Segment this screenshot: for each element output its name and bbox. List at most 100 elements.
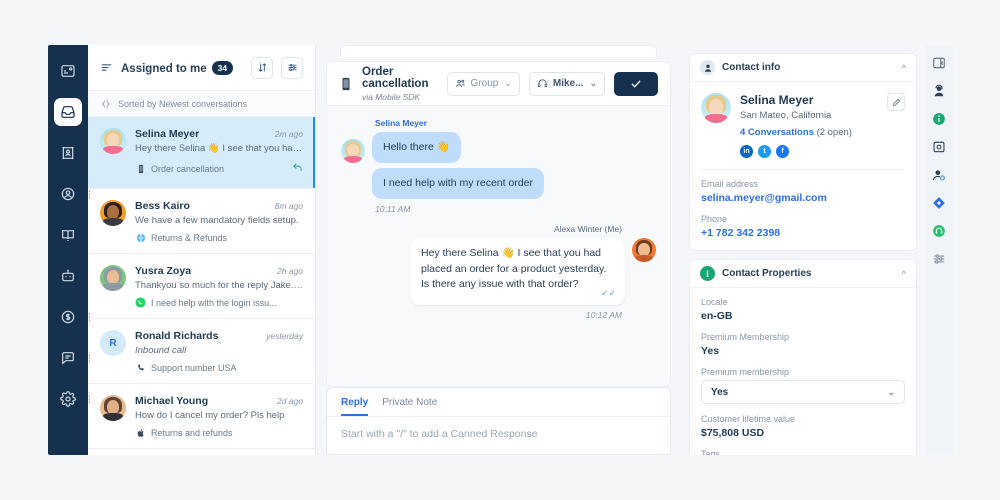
agent-avatar-icon[interactable]: [932, 83, 947, 98]
headset-icon: [537, 79, 548, 88]
conversation-list-title: Assigned to me 34: [121, 60, 243, 75]
group-dropdown[interactable]: Group ⌄: [446, 71, 520, 96]
chevron-up-icon[interactable]: ^: [902, 269, 906, 279]
filter-button[interactable]: [281, 56, 303, 79]
message-timestamp: 10:11 AM: [375, 204, 411, 215]
sidebar-item-profile[interactable]: [54, 180, 90, 208]
list-item-name: Bess Kairo: [135, 200, 190, 212]
tab-reply[interactable]: Reply: [341, 397, 369, 416]
conversation-list-panel: Assigned to me 34 Sorted by Newest conver…: [88, 45, 316, 455]
sidebar-item-reports[interactable]: [54, 57, 82, 85]
contact-properties-fields: Locale en-GB Premium Membership Yes Prem…: [690, 288, 916, 455]
list-item-time: yesterday: [266, 331, 303, 341]
avatar: [701, 93, 731, 123]
contact-info-header[interactable]: Contact info ^: [690, 54, 916, 82]
chevron-up-icon[interactable]: ^: [902, 63, 906, 73]
message-group-incoming: Selina Meyer Hello there 👋 I need help w…: [341, 118, 656, 214]
hamburger-icon[interactable]: [100, 61, 113, 74]
field-label-email: Email address: [701, 179, 759, 189]
list-item-channel: Returns and refunds: [151, 427, 233, 438]
apple-icon: [135, 427, 146, 438]
sidebar-item-help-center[interactable]: [54, 221, 82, 249]
reply-input[interactable]: Start with a "/" to add a Canned Respons…: [327, 416, 670, 454]
settings-sliders-icon[interactable]: [932, 251, 947, 266]
field-label-premium-membership-select: Premium membership: [701, 367, 790, 377]
premium-membership-select[interactable]: Yes ⌄: [701, 380, 905, 404]
group-icon: [455, 79, 465, 87]
mobile-sdk-icon: [135, 164, 146, 175]
background-card-peek: [340, 45, 657, 57]
list-item-name: Selina Meyer: [135, 128, 200, 140]
info-icon: i: [700, 266, 715, 281]
add-participant-icon[interactable]: [932, 167, 947, 182]
app-window: Assigned to me 34 Sorted by Newest conver…: [48, 45, 953, 455]
sort-button[interactable]: [251, 56, 273, 79]
tab-private-note[interactable]: Private Note: [382, 397, 437, 416]
list-item-channel: Returns & Refunds: [151, 232, 228, 243]
chevron-down-icon: ⌄: [887, 386, 895, 397]
list-item[interactable]: Selina Meyer 2m ago Hey there Selina 👋 I…: [88, 117, 315, 189]
sidebar-item-billing[interactable]: [54, 303, 90, 331]
list-item-name: Michael Young: [135, 395, 209, 407]
check-icon: [631, 80, 641, 87]
chevron-down-icon: ⌄: [504, 78, 512, 88]
avatar-initial: R: [109, 337, 117, 349]
edit-contact-button[interactable]: [887, 93, 905, 111]
conversation-count-badge: 34: [211, 60, 234, 75]
list-item-time: 2d ago: [277, 396, 303, 406]
list-item[interactable]: Bess Kairo 8m ago We have a few mandator…: [88, 189, 315, 254]
reply-arrow-icon: [292, 160, 303, 178]
message-sender: Alexa Winter (Me): [553, 224, 622, 235]
facebook-icon[interactable]: f: [776, 145, 789, 158]
message-bubble: I need help with my recent order: [372, 168, 544, 200]
info-circle-icon[interactable]: [932, 111, 947, 126]
chevron-down-icon: ⌄: [589, 78, 597, 88]
twitter-icon[interactable]: t: [758, 145, 771, 158]
sidebar-item-chat[interactable]: [54, 344, 90, 372]
list-item[interactable]: Yusra Zoya 2h ago Thankyou so much for t…: [88, 254, 315, 319]
mobile-phone-icon: [339, 75, 353, 93]
contact-location: San Mateo, California: [740, 110, 832, 121]
list-item-snippet: Thankyou so much for the reply Jake. Ca.…: [135, 280, 303, 291]
message-text: Hey there Selina 👋 I see that you had pl…: [421, 247, 607, 290]
assignee-dropdown[interactable]: Mike... ⌄: [528, 71, 605, 96]
list-item-name: Yusra Zoya: [135, 265, 192, 277]
avatar: [100, 265, 126, 291]
list-item-time: 2h ago: [277, 266, 303, 276]
list-item[interactable]: R Ronald Richards yesterday Inbound call…: [88, 319, 315, 384]
field-value-phone[interactable]: +1 782 342 2398: [701, 227, 905, 239]
sidebar-item-conversations[interactable]: [54, 98, 82, 126]
macro-icon[interactable]: [932, 139, 947, 154]
sidebar-item-contacts[interactable]: [54, 139, 82, 167]
conversations-link[interactable]: 4 Conversations: [740, 127, 814, 138]
list-item-channel: I need help with the login issu...: [151, 297, 277, 308]
headset-green-icon[interactable]: [932, 223, 947, 238]
right-icon-rail: [925, 45, 953, 455]
list-item-channel: Order cancellation: [151, 164, 225, 174]
sidebar-toggle-icon[interactable]: [932, 55, 947, 70]
reply-box: Reply Private Note Start with a "/" to a…: [326, 387, 671, 455]
pencil-icon: [892, 98, 900, 106]
contact-conversations: 4 Conversations (2 open): [740, 127, 878, 138]
list-item-snippet: Hey there Selina 👋 I see that you had p.…: [135, 143, 303, 154]
sidebar-item-campaigns[interactable]: [54, 262, 82, 290]
contact-properties-title: Contact Properties: [722, 268, 812, 279]
resolve-button[interactable]: [614, 71, 658, 96]
avatar: [341, 139, 365, 164]
sort-bar-label: Sorted by Newest conversations: [118, 98, 248, 109]
social-links: in t f: [740, 145, 878, 158]
field-value-email[interactable]: selina.meyer@gmail.com: [701, 192, 905, 204]
premium-membership-selected-value: Yes: [711, 386, 729, 398]
contact-properties-card: i Contact Properties ^ Locale en-GB Prem…: [689, 259, 917, 455]
diamond-icon[interactable]: [932, 195, 947, 210]
list-item[interactable]: Kevin Roy 4d ago: [88, 449, 315, 455]
sort-bar[interactable]: Sorted by Newest conversations: [88, 91, 315, 117]
message-row: Hey there Selina 👋 I see that you had pl…: [341, 238, 656, 306]
reply-tabs: Reply Private Note: [327, 388, 670, 416]
avatar: R: [100, 330, 126, 356]
list-item[interactable]: Michael Young 2d ago How do I cancel my …: [88, 384, 315, 449]
sidebar-item-settings[interactable]: [54, 385, 90, 413]
linkedin-icon[interactable]: in: [740, 145, 753, 158]
message-row: Hello there 👋: [341, 132, 656, 164]
contact-properties-header[interactable]: i Contact Properties ^: [690, 260, 916, 288]
